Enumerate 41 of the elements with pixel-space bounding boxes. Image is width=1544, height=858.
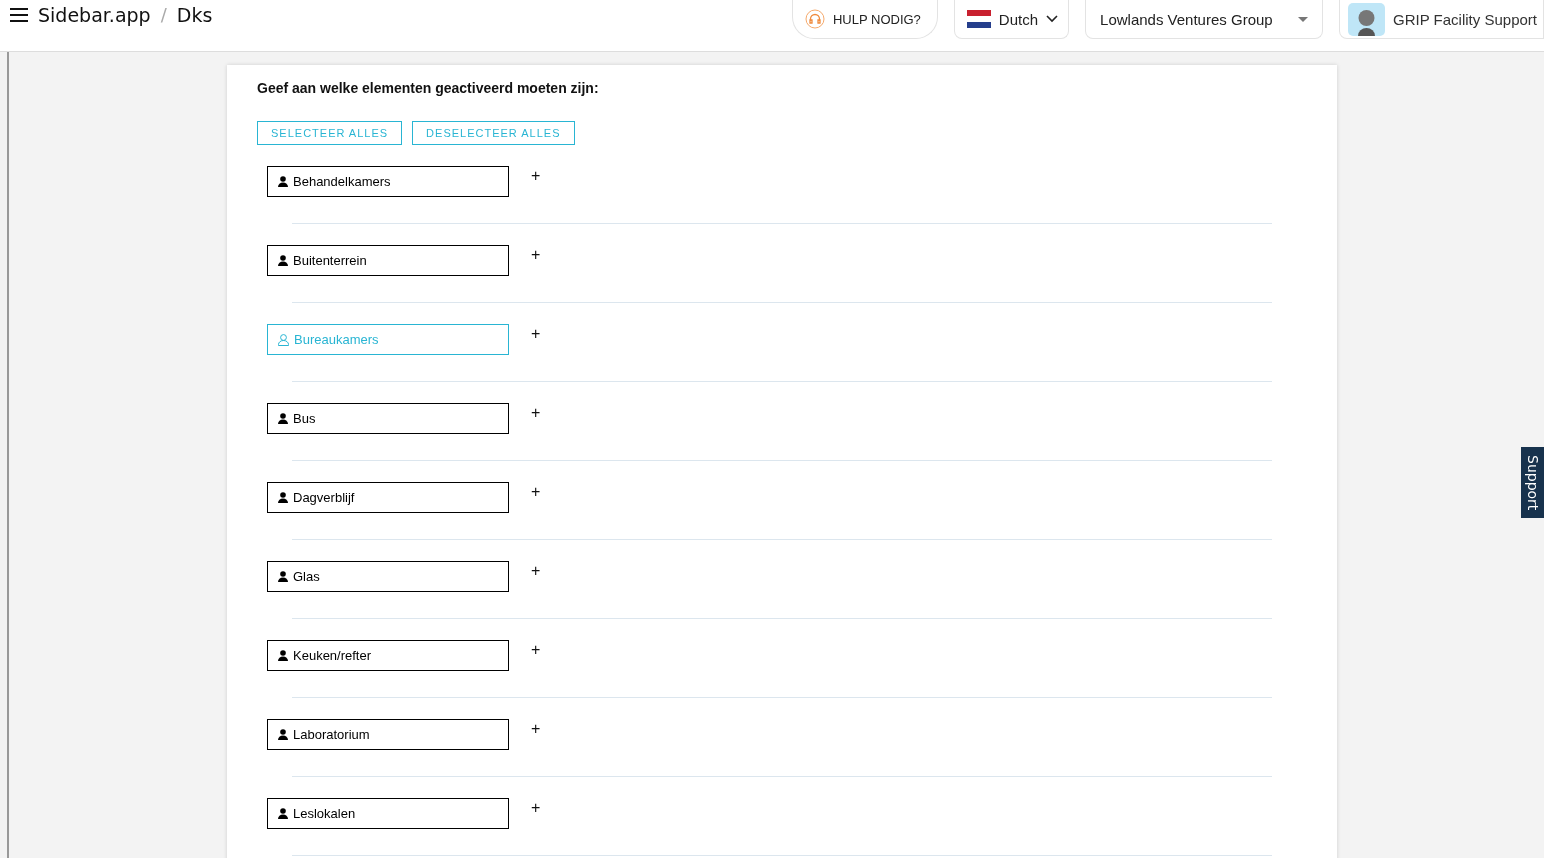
- person-icon: [278, 413, 288, 424]
- caret-down-icon: [1298, 16, 1309, 22]
- add-button[interactable]: +: [529, 248, 543, 262]
- add-button[interactable]: +: [529, 406, 543, 420]
- person-icon: [278, 492, 288, 503]
- element-toggle[interactable]: Laboratorium: [267, 719, 509, 750]
- headset-icon: [804, 9, 825, 29]
- instruction-heading: Geef aan welke elementen geactiveerd moeten zijn:: [257, 79, 600, 97]
- person-icon: [278, 255, 288, 266]
- element-toggle[interactable]: Bus: [267, 403, 509, 434]
- user-menu[interactable]: GRIP Facility Support: [1339, 0, 1544, 39]
- person-icon: [278, 808, 288, 819]
- organization-selector[interactable]: Lowlands Ventures Group: [1085, 0, 1324, 39]
- page-title: Dks: [176, 3, 213, 26]
- help-button[interactable]: HULP NODIG?: [791, 0, 938, 39]
- flag-icon: [966, 10, 991, 28]
- element-toggle[interactable]: Dagverblijf: [267, 482, 509, 513]
- person-icon: [278, 650, 288, 661]
- language-selector[interactable]: Dutch: [953, 0, 1070, 39]
- element-toggle[interactable]: Keuken/refter: [267, 640, 509, 671]
- element-toggle[interactable]: Glas: [267, 561, 509, 592]
- add-button[interactable]: +: [529, 485, 543, 499]
- avatar-icon: [1348, 2, 1386, 36]
- add-button[interactable]: +: [529, 327, 543, 341]
- support-tab[interactable]: Support: [1521, 447, 1544, 519]
- person-outline-icon: [278, 333, 289, 346]
- add-button[interactable]: +: [529, 643, 543, 657]
- person-icon: [278, 729, 288, 740]
- app-name[interactable]: Sidebar.app: [38, 3, 151, 26]
- person-icon: [278, 176, 288, 187]
- menu-icon[interactable]: [10, 7, 28, 22]
- element-toggle[interactable]: Leslokalen: [267, 798, 509, 829]
- element-toggle[interactable]: Behandelkamers: [267, 166, 509, 197]
- add-button[interactable]: +: [529, 801, 543, 815]
- breadcrumb-separator: /: [160, 4, 167, 25]
- add-button[interactable]: +: [529, 564, 543, 578]
- person-icon: [278, 571, 288, 582]
- add-button[interactable]: +: [529, 722, 543, 736]
- element-toggle[interactable]: Buitenterrein: [267, 245, 509, 276]
- add-button[interactable]: +: [529, 169, 543, 183]
- chevron-down-icon: [1046, 15, 1059, 23]
